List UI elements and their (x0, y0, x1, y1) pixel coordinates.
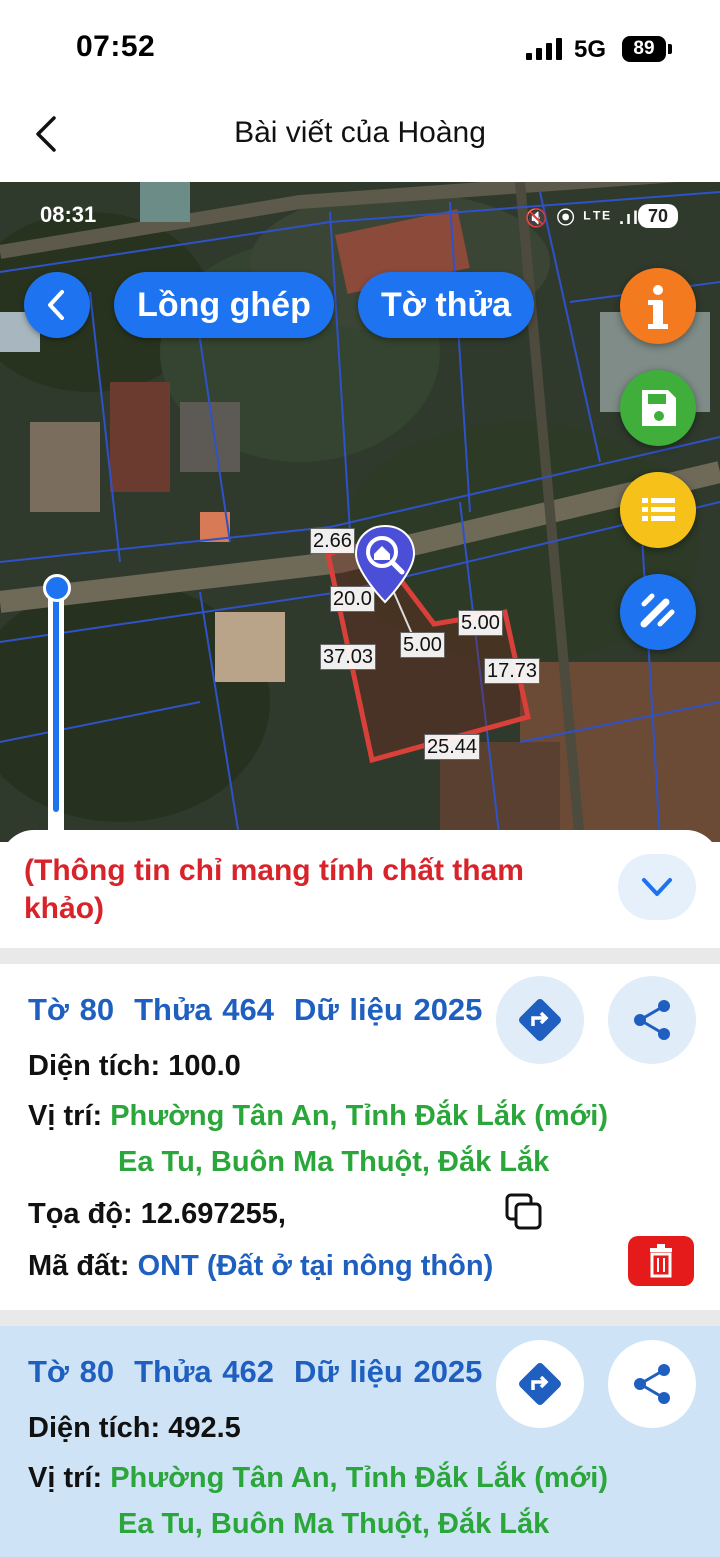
long-ghep-button[interactable]: Lồng ghép (114, 272, 334, 338)
location-label: Vị trí: (28, 1462, 103, 1494)
area-value: 100.0 (168, 1050, 241, 1082)
nav-header: Bài viết của Hoàng (0, 96, 720, 182)
zoom-slider-fill (53, 592, 59, 812)
directions-button[interactable] (496, 1340, 584, 1428)
location-value: Phường Tân An, Tỉnh Đắk Lắk (mới) (110, 1462, 608, 1494)
network-type: 5G (574, 36, 607, 63)
info-button[interactable] (620, 268, 696, 344)
share-icon (634, 1000, 670, 1040)
chevron-down-icon (642, 878, 672, 896)
land-code-value: ONT (Đất ở tại nông thôn) (137, 1250, 494, 1282)
directions-icon (519, 1363, 561, 1405)
dimension-label: 5.00 (400, 632, 445, 658)
map-pin-icon[interactable] (354, 524, 416, 604)
share-icon (634, 1364, 670, 1404)
map-view[interactable]: 08:31 🔇 ⦿ ᴸᵀᴱ .ıl 70 Lồng ghép Tờ thửa 2… (0, 182, 720, 842)
parcel-card[interactable]: Tờ 80 Thửa 462 Dữ liệu 2025 Diện tích: 492… (0, 1326, 720, 1557)
parcel-number: Thửa 464 (134, 992, 274, 1027)
parcel-sheet: Tờ 80 (28, 1354, 115, 1389)
info-sheet-header: (Thông tin chỉ mang tính chất tham khảo) (0, 830, 720, 948)
dimension-label: 17.73 (484, 658, 541, 684)
inner-status-time: 08:31 (40, 202, 97, 227)
location-value: Phường Tân An, Tỉnh Đắk Lắk (mới) (110, 1100, 608, 1132)
area-row: Diện tích: 492.5 (28, 1412, 241, 1445)
disclaimer-note: (Thông tin chỉ mang tính chất tham khảo) (24, 854, 524, 925)
satellite-map (0, 182, 720, 842)
area-row: Diện tích: 100.0 (28, 1050, 241, 1083)
measure-button[interactable] (620, 574, 696, 650)
location-value-old: Ea Tu, Buôn Ma Thuột, Đắk Lắk (118, 1146, 550, 1178)
parcel-header: Tờ 80 Thửa 464 Dữ liệu 2025 (28, 992, 502, 1028)
inner-battery-icon: 70 (638, 204, 678, 228)
share-button[interactable] (608, 1340, 696, 1428)
inner-status-icons: 🔇 ⦿ ᴸᵀᴱ .ıl (525, 208, 640, 228)
land-code-label: Mã đất: (28, 1250, 130, 1282)
area-value: 492.5 (168, 1412, 241, 1444)
dimension-label: 5.00 (458, 610, 503, 636)
share-button[interactable] (608, 976, 696, 1064)
trash-icon (650, 1244, 672, 1278)
dimension-label: 25.44 (424, 734, 481, 760)
save-button[interactable] (620, 370, 696, 446)
parcel-header: Tờ 80 Thửa 462 Dữ liệu 2025 (28, 1354, 502, 1390)
page-title: Bài viết của Hoàng (234, 116, 486, 149)
parcel-sheet: Tờ 80 (28, 992, 115, 1027)
list-icon (642, 498, 675, 521)
coordinate-label: Tọa độ: (28, 1198, 133, 1230)
save-icon (642, 390, 676, 426)
divider (0, 1310, 720, 1326)
land-code-row: Mã đất: ONT (Đất ở tại nông thôn) (28, 1250, 493, 1283)
directions-button[interactable] (496, 976, 584, 1064)
parcel-data-year: Dữ liệu 2025 (293, 992, 483, 1027)
delete-button[interactable] (628, 1236, 694, 1286)
coordinate-value: 12.697255, (140, 1198, 286, 1230)
collapse-button[interactable] (618, 854, 696, 920)
parcel-data-year: Dữ liệu 2025 (293, 1354, 483, 1389)
location-value-old: Ea Tu, Buôn Ma Thuột, Đắk Lắk (118, 1508, 550, 1540)
location-row: Vị trí: Phường Tân An, Tỉnh Đắk Lắk (mới… (28, 1100, 608, 1133)
location-row: Vị trí: Phường Tân An, Tỉnh Đắk Lắk (mới… (28, 1462, 608, 1495)
area-label: Diện tích: (28, 1050, 161, 1082)
map-back-button[interactable] (24, 272, 90, 338)
parcel-number: Thửa 462 (134, 1354, 274, 1389)
parcel-card[interactable]: Tờ 80 Thửa 464 Dữ liệu 2025 Diện tích: 100… (0, 964, 720, 1310)
battery-icon: 89 (622, 36, 666, 62)
zoom-slider-thumb[interactable] (43, 574, 71, 602)
dimension-label: 37.03 (320, 644, 377, 670)
copy-icon[interactable] (504, 1192, 544, 1232)
list-button[interactable] (620, 472, 696, 548)
directions-icon (519, 999, 561, 1041)
dimension-label: 2.66 (310, 528, 355, 554)
battery-cap (668, 44, 672, 54)
area-label: Diện tích: (28, 1412, 161, 1444)
info-icon (648, 285, 668, 329)
status-bar: 07:52 5G 89 (0, 0, 720, 96)
chevron-left-icon (48, 290, 64, 320)
coordinate-row: Tọa độ: 12.697255, (28, 1198, 286, 1231)
to-thua-button[interactable]: Tờ thửa (358, 272, 534, 338)
signal-icon (526, 38, 562, 60)
status-time: 07:52 (76, 30, 156, 63)
location-label: Vị trí: (28, 1100, 103, 1132)
tools-icon (640, 593, 675, 628)
divider (0, 948, 720, 964)
